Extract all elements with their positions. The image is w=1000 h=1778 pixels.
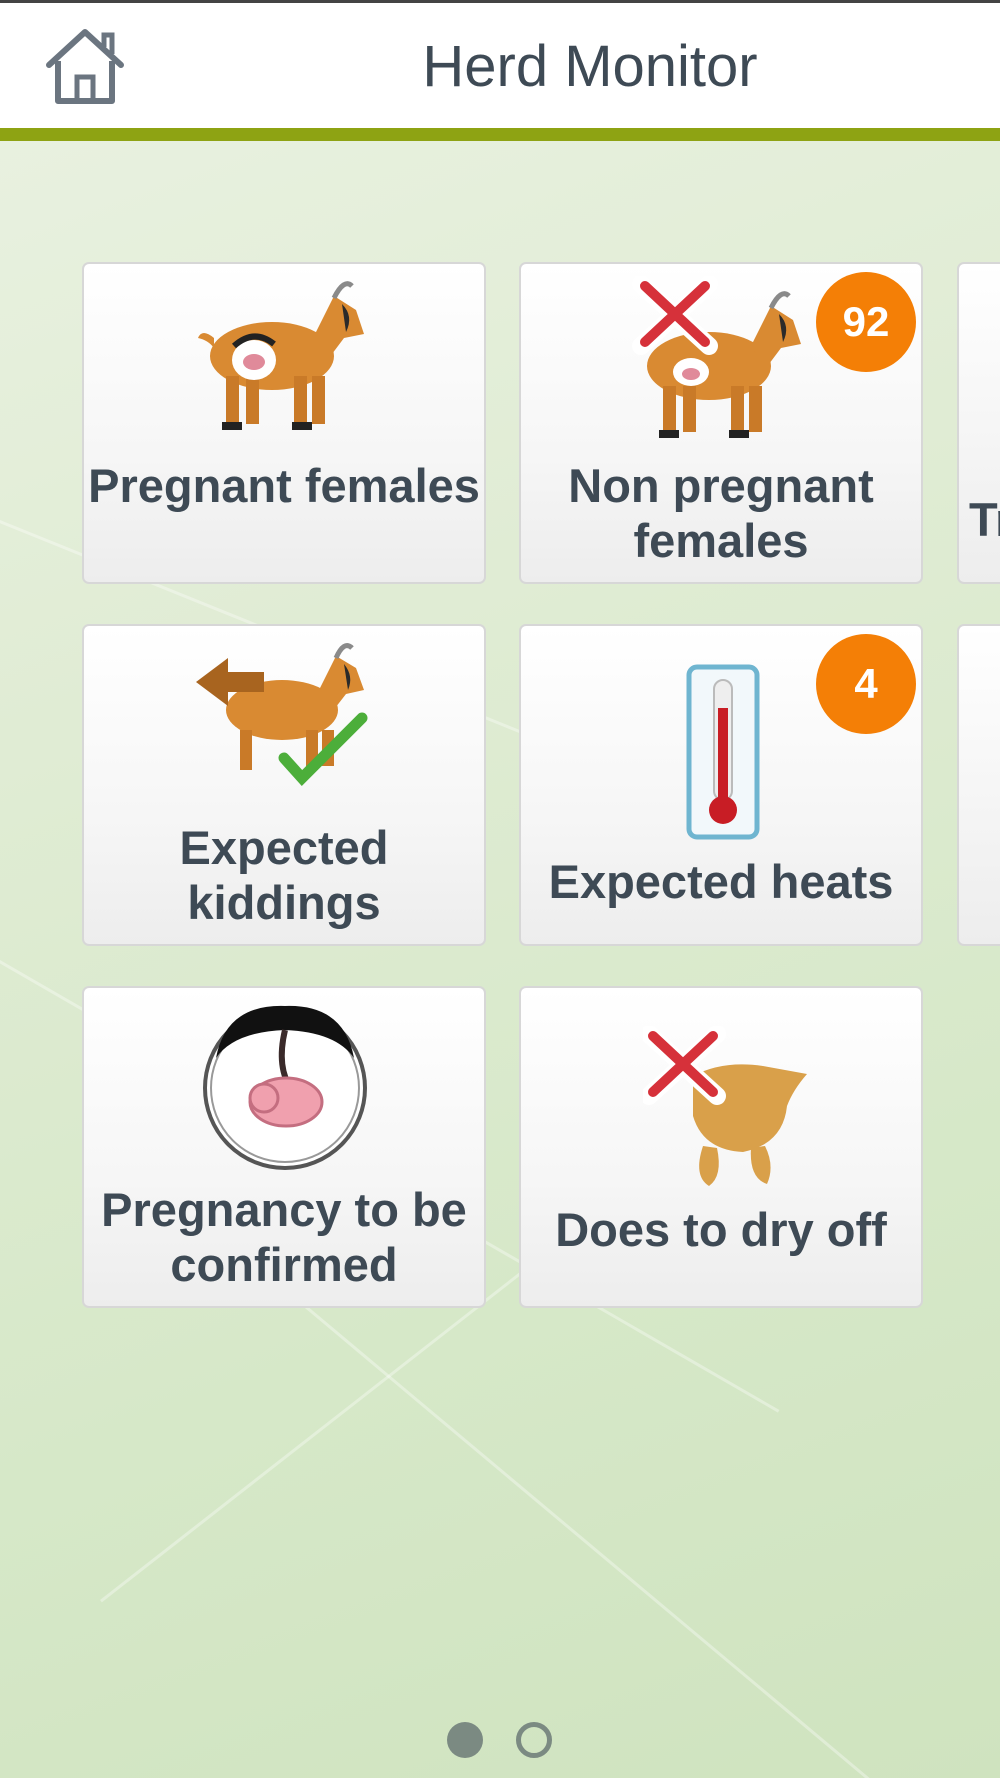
tile-pregnant-females[interactable]: Pregnant females bbox=[82, 262, 486, 584]
non-pregnant-goat-icon bbox=[632, 276, 801, 438]
thermometer-icon bbox=[686, 664, 760, 840]
count-badge: 4 bbox=[816, 634, 916, 734]
tile-partial-next[interactable]: Tr bbox=[957, 262, 1000, 584]
tile-label: Expected heats bbox=[548, 855, 894, 908]
tile-non-pregnant-females[interactable]: 92 Non pregnant females bbox=[519, 262, 923, 584]
udder-cross-icon bbox=[643, 1026, 807, 1186]
tile-expected-heats[interactable]: 4 Expected heats bbox=[519, 624, 923, 946]
tile-partial-next[interactable] bbox=[957, 624, 1000, 946]
tile-pregnancy-to-be-confirmed[interactable]: Pregnancy to be confirmed bbox=[82, 986, 486, 1308]
page-title: Herd Monitor bbox=[422, 34, 758, 99]
fetus-icon bbox=[203, 1005, 367, 1170]
count-badge: 92 bbox=[816, 272, 916, 372]
tile-does-to-dry-off[interactable]: Does to dry off bbox=[519, 986, 923, 1308]
tile-label: Pregnancy to be confirmed bbox=[101, 1183, 467, 1291]
top-bar: Herd Monitor bbox=[0, 0, 1000, 128]
header-accent-line bbox=[0, 128, 1000, 141]
pager-dot-active[interactable] bbox=[447, 1722, 483, 1758]
home-button[interactable] bbox=[44, 27, 126, 107]
tile-label: Expected kiddings bbox=[179, 821, 389, 929]
tile-label-partial: Tr bbox=[969, 493, 1000, 546]
tile-label: Non pregnant females bbox=[568, 459, 874, 567]
kidding-goat-icon bbox=[196, 643, 368, 786]
tile-expected-kiddings[interactable]: Expected kiddings bbox=[82, 624, 486, 946]
tile-label: Pregnant females bbox=[88, 459, 480, 512]
home-icon bbox=[46, 29, 124, 104]
pager-dot-inactive[interactable] bbox=[516, 1722, 552, 1758]
pregnant-goat-icon bbox=[198, 281, 364, 430]
tile-label: Does to dry off bbox=[555, 1203, 887, 1256]
screen: Herd Monitor Pregnant females 92 Non pre… bbox=[0, 0, 1000, 1778]
